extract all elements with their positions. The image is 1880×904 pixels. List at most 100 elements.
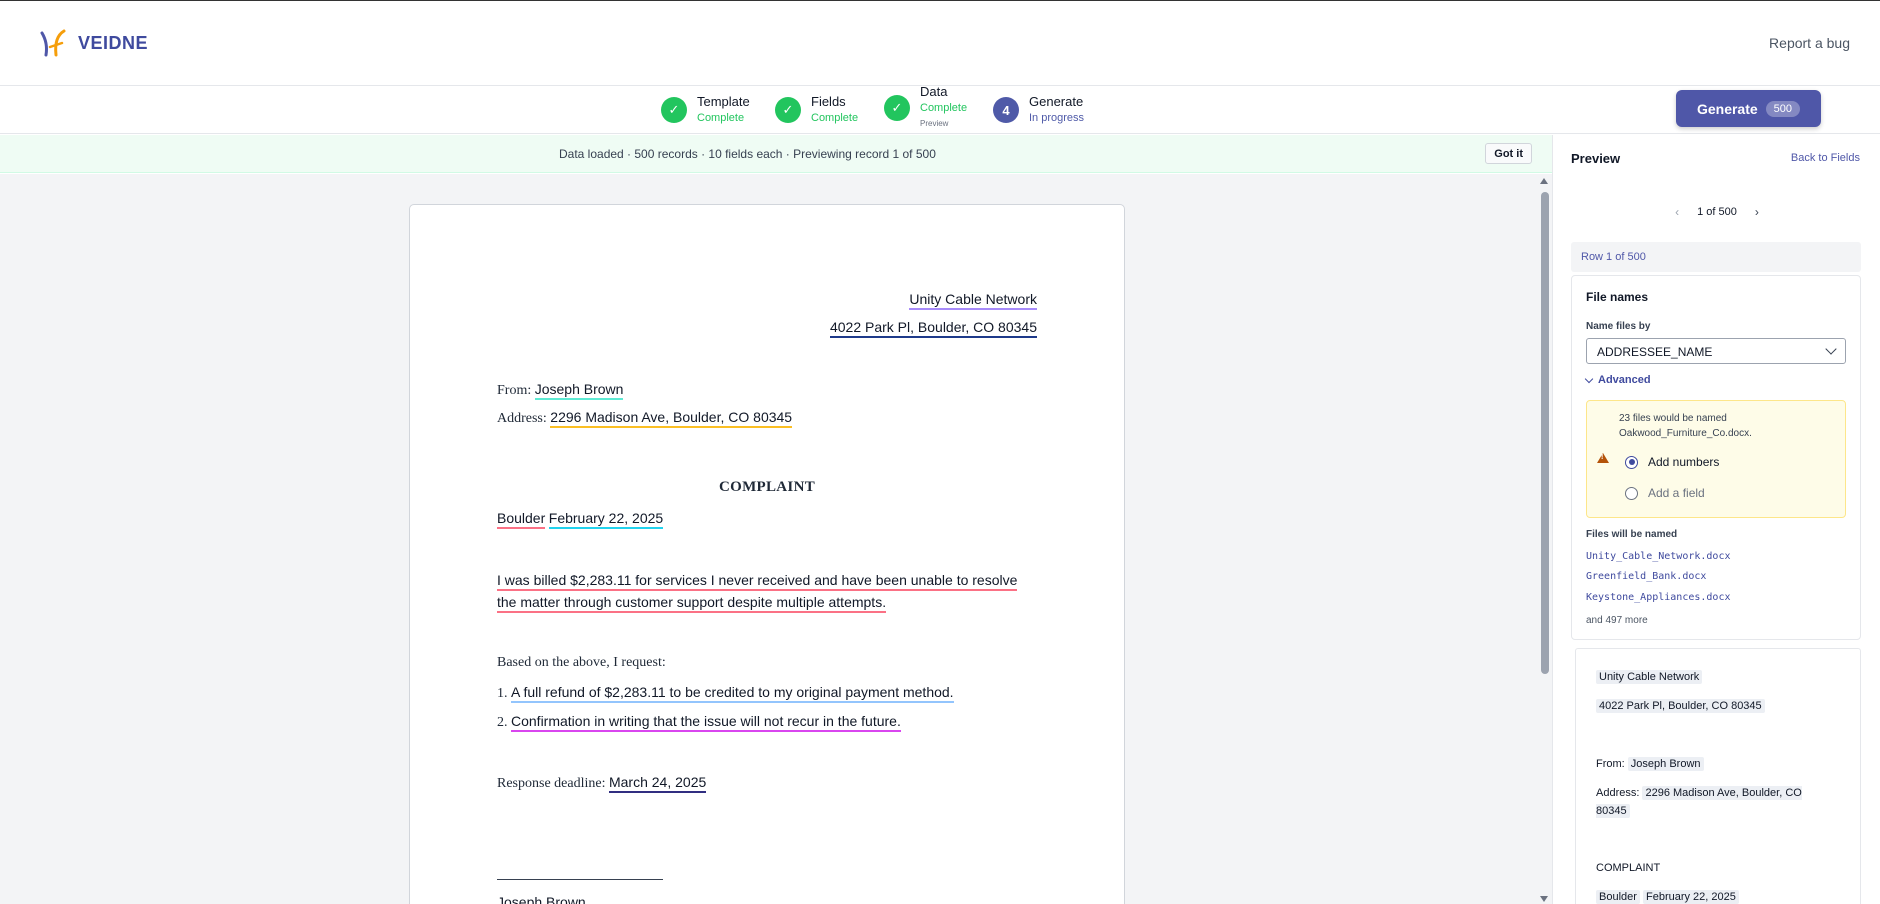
scroll-thumb[interactable] (1541, 192, 1549, 674)
field-signature[interactable]: Joseph Brown (497, 894, 586, 904)
from-label: From: (497, 383, 532, 398)
generate-button[interactable]: Generate 500 (1676, 90, 1821, 127)
deadline-label: Response deadline: (497, 776, 606, 791)
radio-unchecked[interactable] (1625, 486, 1638, 500)
advanced-toggle[interactable]: Advanced (1584, 374, 1651, 386)
mini-address-label: Address: (1596, 787, 1640, 799)
field-complaint[interactable]: I was billed $2,283.11 for services I ne… (497, 572, 1018, 591)
mini-field: Joseph Brown (1627, 757, 1704, 771)
example-file-name: Unity_Cable_Network.docx (1586, 551, 1731, 562)
mini-addressee-address: 4022 Park Pl, Boulder, CO 80345 (1596, 697, 1765, 715)
mini-field: Unity Cable Network (1596, 670, 1703, 684)
document-workspace[interactable]: Unity Cable Network 4022 Park Pl, Boulde… (0, 174, 1537, 904)
complaint-line-1: I was billed $2,283.11 for services I ne… (497, 572, 1037, 591)
file-names-title: File names (1586, 290, 1649, 304)
option-add-numbers[interactable]: Add numbers (1625, 455, 1719, 469)
got-it-button[interactable]: Got it (1485, 143, 1532, 164)
select-value: ADDRESSEE_NAME (1597, 345, 1713, 359)
step-template[interactable]: ✓ Template Complete (661, 86, 750, 134)
complaint-line-2: the matter through customer support desp… (497, 594, 1037, 613)
field-addressee-address[interactable]: 4022 Park Pl, Boulder, CO 80345 (829, 319, 1037, 338)
more-files-text: and 497 more (1586, 615, 1648, 626)
document-title: COMPLAINT (718, 479, 816, 495)
request-item-2: 2. Confirmation in writing that the issu… (497, 713, 1037, 732)
check-icon: ✓ (661, 97, 687, 123)
mini-title: COMPLAINT (1596, 862, 1661, 874)
field-sender-address[interactable]: 2296 Madison Ave, Boulder, CO 80345 (550, 409, 793, 428)
stepper-bar: ✓ Template Complete ✓ Fields Complete ✓ … (0, 84, 1880, 134)
mini-from-label: From: (1596, 758, 1625, 770)
field-deadline[interactable]: March 24, 2025 (608, 774, 707, 793)
mini-address-line: Address: 2296 Madison Ave, Boulder, CO 8… (1596, 784, 1836, 820)
document-page: Unity Cable Network 4022 Park Pl, Boulde… (409, 204, 1125, 904)
preview-panel: Preview Back to Fields ‹ 1 of 500 › Row … (1552, 135, 1880, 904)
field-city[interactable]: Boulder (497, 510, 546, 529)
chevron-right-icon[interactable]: › (1755, 205, 1759, 219)
signature-block: Joseph Brown (497, 864, 1037, 904)
warning-text: 23 files would be named Oakwood_Furnitur… (1619, 413, 1752, 439)
mini-field: 4022 Park Pl, Boulder, CO 80345 (1596, 699, 1765, 713)
mini-from-line: From: Joseph Brown (1596, 755, 1704, 773)
mini-field: Boulder (1596, 890, 1640, 904)
check-icon: ✓ (775, 97, 801, 123)
row-indicator: Row 1 of 500 (1571, 242, 1861, 272)
from-line: From: Joseph Brown (497, 381, 1037, 400)
option-label: Add numbers (1648, 455, 1720, 469)
check-icon: ✓ (884, 95, 910, 121)
duplicate-warning-box: 23 files would be named Oakwood_Furnitur… (1586, 400, 1846, 518)
scroll-down-icon[interactable] (1540, 896, 1548, 902)
addressee-name-line: Unity Cable Network (497, 291, 1037, 310)
report-bug-link[interactable]: Report a bug (1769, 35, 1850, 51)
request-number: 1. (497, 686, 508, 701)
option-add-field[interactable]: Add a field (1625, 486, 1705, 500)
example-file-name: Keystone_Appliances.docx (1586, 592, 1731, 603)
step-fields[interactable]: ✓ Fields Complete (775, 86, 858, 134)
option-label: Add a field (1648, 486, 1705, 500)
step-status: Complete (811, 112, 859, 125)
advanced-label: Advanced (1598, 374, 1651, 386)
field-addressee-name[interactable]: Unity Cable Network (909, 291, 1037, 310)
name-files-by-select[interactable]: ADDRESSEE_NAME (1586, 338, 1846, 364)
chevron-down-icon (1584, 374, 1594, 383)
data-loaded-banner: Data loaded · 500 records · 10 fields ea… (0, 135, 1552, 173)
record-pager: ‹ 1 of 500 › (1553, 205, 1880, 219)
radio-checked[interactable] (1625, 455, 1638, 469)
address-label: Address: (497, 411, 547, 426)
step-number: 4 (993, 97, 1019, 123)
step-sub-label: Preview (920, 118, 949, 128)
name-files-by-label: Name files by (1586, 321, 1651, 332)
logo-icon (40, 29, 66, 57)
scroll-up-icon[interactable] (1540, 178, 1548, 184)
panel-title: Preview (1571, 151, 1621, 166)
field-request-1[interactable]: A full refund of $2,283.11 to be credite… (511, 684, 954, 703)
step-label: Template (697, 94, 750, 109)
mini-addressee-name: Unity Cable Network (1596, 668, 1703, 686)
chevron-left-icon[interactable]: ‹ (1675, 205, 1679, 219)
step-data[interactable]: ✓ Data Complete Preview (884, 82, 967, 130)
files-will-be-named-label: Files will be named (1586, 529, 1678, 540)
step-generate[interactable]: 4 Generate In progress (993, 86, 1084, 134)
mini-city-date: Boulder February 22, 2025 (1596, 888, 1739, 904)
step-status: In progress (1029, 112, 1085, 125)
step-label: Fields (811, 94, 846, 109)
mini-field: February 22, 2025 (1642, 890, 1739, 904)
city-date-line: Boulder February 22, 2025 (497, 510, 1037, 529)
step-status: Complete (920, 101, 968, 114)
address-line: Address: 2296 Madison Ave, Boulder, CO 8… (497, 409, 1037, 428)
field-date[interactable]: February 22, 2025 (548, 510, 664, 529)
step-label: Data (920, 83, 948, 99)
banner-text: Data loaded · 500 records · 10 fields ea… (559, 147, 936, 161)
mini-document-preview: Unity Cable Network 4022 Park Pl, Boulde… (1575, 648, 1861, 904)
field-complaint-cont[interactable]: the matter through customer support desp… (497, 594, 887, 613)
generate-count-badge: 500 (1765, 100, 1801, 117)
workspace-scrollbar[interactable] (1537, 174, 1552, 904)
generate-label: Generate (1696, 100, 1758, 117)
brand-name: VEIDNE (78, 32, 149, 53)
field-sender-name[interactable]: Joseph Brown (534, 381, 624, 400)
back-to-fields-link[interactable]: Back to Fields (1791, 152, 1860, 164)
deadline-line: Response deadline: March 24, 2025 (497, 774, 1037, 793)
field-request-2[interactable]: Confirmation in writing that the issue w… (511, 713, 901, 732)
brand-logo[interactable]: VEIDNE (38, 27, 148, 59)
chevron-down-icon (1825, 343, 1837, 355)
warning-icon (1597, 453, 1609, 463)
